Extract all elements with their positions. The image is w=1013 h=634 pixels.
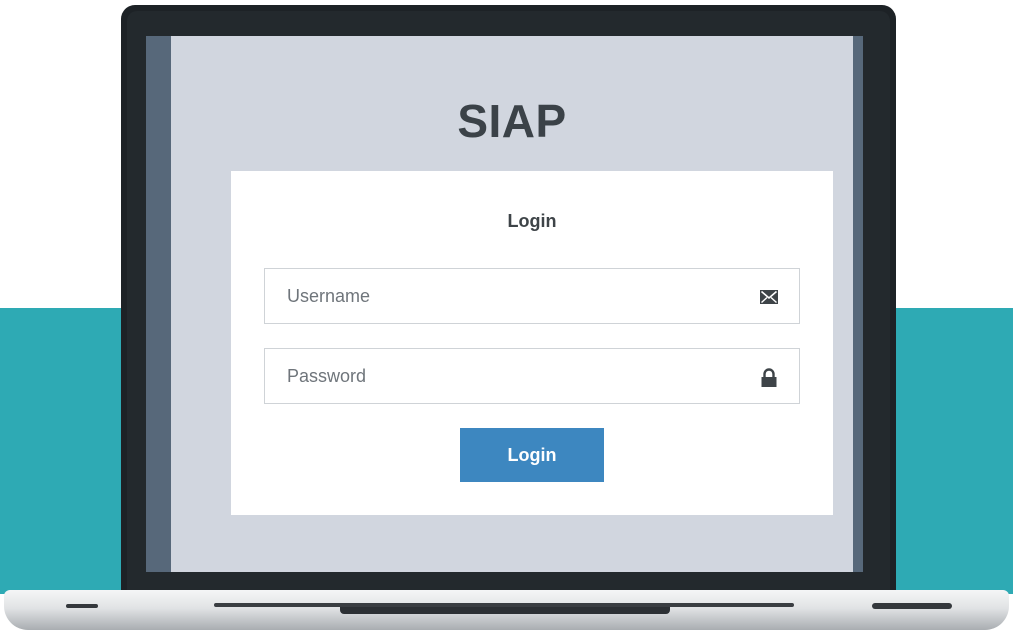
laptop-port-right [872,603,952,609]
password-field[interactable] [264,348,800,404]
username-input[interactable] [265,269,799,323]
login-form: Login Username Login [231,171,833,515]
login-heading: Login [507,211,557,231]
laptop-notch [340,607,670,614]
app-viewport: SIAP Login Username Login [171,36,853,572]
envelope-icon [759,288,779,306]
laptop-screen: SIAP Login Username Login [146,36,863,572]
username-field[interactable] [264,268,800,324]
lock-icon [759,368,779,387]
laptop-port-left [66,604,98,608]
app-title: SIAP [457,95,567,147]
password-input[interactable] [265,349,799,403]
login-button[interactable]: Login [460,428,604,482]
